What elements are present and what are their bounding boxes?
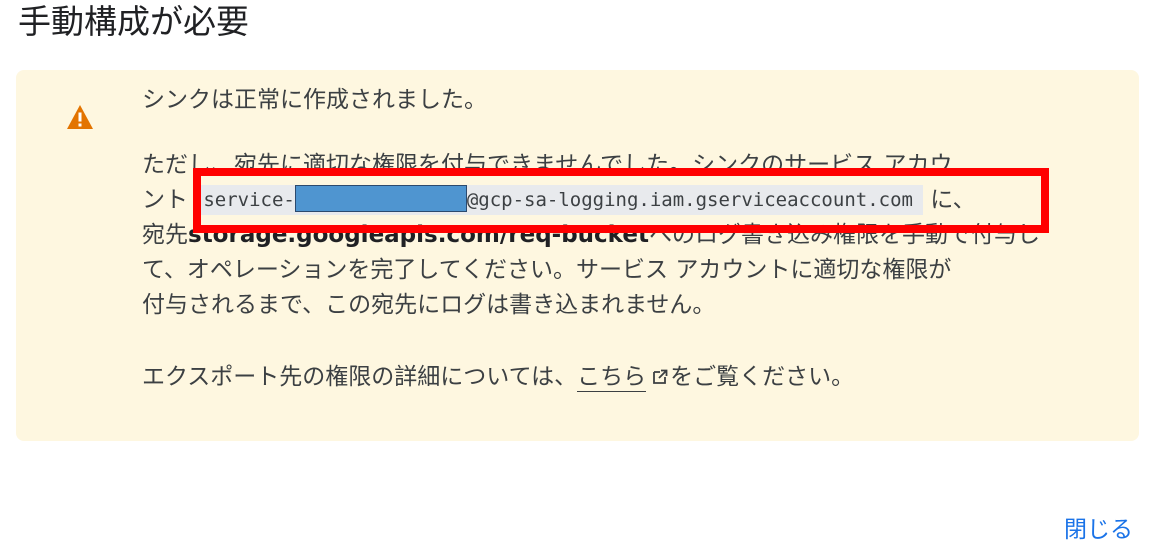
warning-icon [67, 105, 93, 129]
permission-line-3: 宛先storage.googleapis.com/req-bucketへのログ書… [142, 218, 1102, 253]
service-account-prefix: service- [203, 189, 295, 211]
permission-line-4: て、オペレーションを完了してください。サービス アカウントに適切な権限が [142, 257, 952, 283]
service-account-suffix: @gcp-sa-logging.iam.gserviceaccount.com [466, 189, 913, 211]
permission-line-1: ただし、宛先に適切な権限を付与できませんでした。シンクのサービス アカウ [142, 152, 953, 178]
external-link-icon [653, 369, 668, 384]
dialog-title: 手動構成が必要 [18, 2, 249, 41]
success-message: シンクは正常に作成されました。 [142, 87, 487, 113]
line3-suffix: へのログ書き込み権限を手動で付与し [648, 222, 1040, 248]
details-suffix: をご覧ください。 [670, 364, 855, 390]
line2-suffix: に、 [930, 187, 976, 213]
details-link[interactable]: こちら [577, 364, 647, 392]
manual-config-dialog: 手動構成が必要 シンクは正常に作成されました。 ただし、宛先に適切な権限を付与で… [0, 0, 1155, 549]
line2-prefix: ント [142, 187, 188, 213]
permission-line-2: ント service- @gcp-sa-logging.iam.gservicea… [142, 183, 1102, 218]
service-account-code[interactable]: service- @gcp-sa-logging.iam.gserviceacco… [195, 185, 923, 215]
details-message: エクスポート先の権限の詳細については、こちら をご覧ください。 [142, 360, 1102, 395]
close-button[interactable]: 閉じる [1064, 514, 1133, 546]
permission-line-5: 付与されるまで、この宛先にログは書き込まれません。 [142, 292, 716, 318]
permission-message: ただし、宛先に適切な権限を付与できませんでした。シンクのサービス アカウ ント … [142, 148, 1102, 323]
destination-path: storage.googleapis.com/req-bucket [188, 222, 649, 248]
line3-prefix: 宛先 [142, 222, 188, 248]
redacted-project-number [294, 185, 467, 212]
details-prefix: エクスポート先の権限の詳細については、 [142, 364, 578, 390]
